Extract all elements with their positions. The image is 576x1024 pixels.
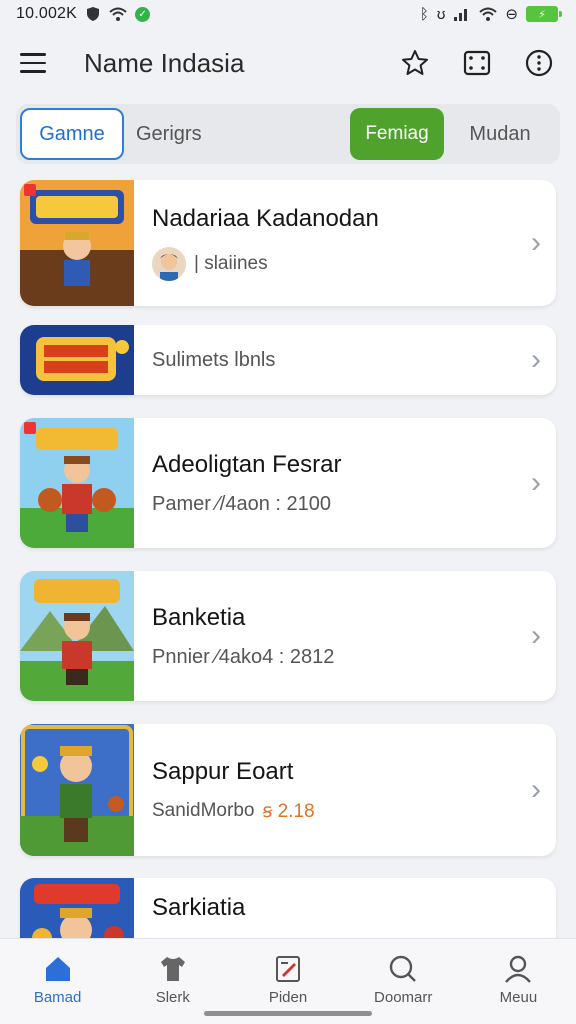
game-thumbnail — [20, 571, 134, 701]
item-subtitle: SanidMorbo — [152, 800, 255, 821]
tab-gerigrs[interactable]: Gerigrs — [124, 108, 350, 160]
game-thumbnail — [20, 325, 134, 395]
alarm-icon: ʊ — [436, 5, 446, 23]
card-body: Sappur Eoart SanidMorbo ꞩ 2.18 — [134, 758, 516, 823]
item-subtitle-row: SanidMorbo ꞩ 2.18 — [152, 800, 516, 823]
edit-icon — [276, 956, 300, 982]
tab-gamne[interactable]: Gamne — [20, 108, 124, 160]
tab-femiag[interactable]: Femiag — [350, 108, 444, 160]
status-bar: 10.002K ✓ ᛒ ʊ ⊖ ⚡ — [0, 0, 576, 28]
home-icon — [45, 957, 70, 981]
list-item[interactable]: Adeoligtan Fesrar Pamer ⁄/4aon : 2100 › — [20, 418, 556, 548]
dnd-icon: ⊖ — [505, 6, 518, 23]
search-icon — [390, 955, 417, 982]
game-thumbnail — [20, 418, 134, 548]
shield-icon — [87, 7, 100, 21]
card-body: Adeoligtan Fesrar Pamer ⁄/4aon : 2100 — [134, 451, 516, 516]
card-body: Nadariaa Kadanodan | slaiines — [134, 205, 516, 281]
nav-label: Meuu — [499, 989, 538, 1006]
item-title: Adeoligtan Fesrar — [152, 450, 342, 478]
shirt-icon — [160, 957, 185, 981]
profile-icon — [505, 955, 532, 983]
nav-label: Doomarr — [374, 989, 433, 1006]
chevron-right-icon: › — [531, 343, 541, 376]
check-icon: ✓ — [135, 6, 151, 22]
game-thumbnail — [20, 180, 134, 306]
nav-item-profile[interactable]: Meuu — [461, 939, 576, 1024]
wifi-icon — [479, 7, 498, 21]
game-thumbnail — [20, 724, 134, 856]
tab-bar: Gamne Gerigrs Femiag Mudan — [16, 104, 560, 164]
item-title: Sappur Eoart — [152, 757, 294, 785]
battery-icon: ⚡ — [526, 6, 562, 22]
card-body: Sulimets lbnls — [134, 349, 516, 372]
star-icon[interactable] — [398, 46, 432, 80]
nav-label: Bamad — [33, 989, 82, 1006]
item-subtitle: Pamer ⁄/4aon : 2100 — [152, 492, 332, 515]
avatar — [152, 247, 186, 281]
item-title: Nadariaa Kadanodan — [152, 205, 379, 232]
menu-icon[interactable] — [20, 46, 54, 80]
list-item[interactable]: Sappur Eoart SanidMorbo ꞩ 2.18 › — [20, 724, 556, 856]
signal-icon — [454, 9, 468, 21]
list-item[interactable]: Sulimets lbnls › — [20, 325, 556, 395]
bluetooth-icon: ᛒ — [419, 5, 429, 23]
nav-item-home[interactable]: Bamad — [0, 939, 115, 1024]
page-title: Name Indasia — [84, 47, 245, 78]
item-subtitle-row: | slaiines — [152, 247, 516, 281]
item-title: Banketia — [152, 603, 246, 631]
list-item[interactable]: Nadariaa Kadanodan | slaiines › — [20, 180, 556, 306]
item-subtitle: | slaiines — [194, 253, 268, 274]
status-time: 10.002K — [16, 5, 78, 22]
dice-icon[interactable] — [460, 46, 494, 80]
item-subtitle: Pnnier ⁄4ako4 : 2812 — [152, 645, 335, 668]
more-options-icon[interactable] — [522, 46, 556, 80]
app-actions — [398, 46, 556, 80]
item-title: Sarkiatia — [152, 894, 246, 921]
list-item[interactable]: Banketia Pnnier ⁄4ako4 : 2812 › — [20, 571, 556, 701]
nav-label: Slerk — [155, 989, 190, 1006]
chevron-right-icon: › — [531, 226, 541, 259]
item-price: ꞩ 2.18 — [262, 800, 315, 822]
app-bar: Name Indasia — [0, 28, 576, 98]
status-right: ᛒ ʊ ⊖ ⚡ — [419, 5, 562, 23]
card-body: Banketia Pnnier ⁄4ako4 : 2812 — [134, 604, 516, 669]
chevron-right-icon: › — [531, 619, 541, 652]
wifi-status-icon — [109, 7, 127, 21]
tab-mudan[interactable]: Mudan — [444, 108, 556, 160]
nav-label: Piden — [268, 989, 308, 1006]
item-subtitle: Sulimets lbnls — [152, 348, 276, 371]
chevron-right-icon: › — [531, 773, 541, 806]
status-left: 10.002K ✓ — [16, 5, 151, 23]
home-indicator[interactable] — [204, 1011, 372, 1016]
chevron-right-icon: › — [531, 466, 541, 499]
